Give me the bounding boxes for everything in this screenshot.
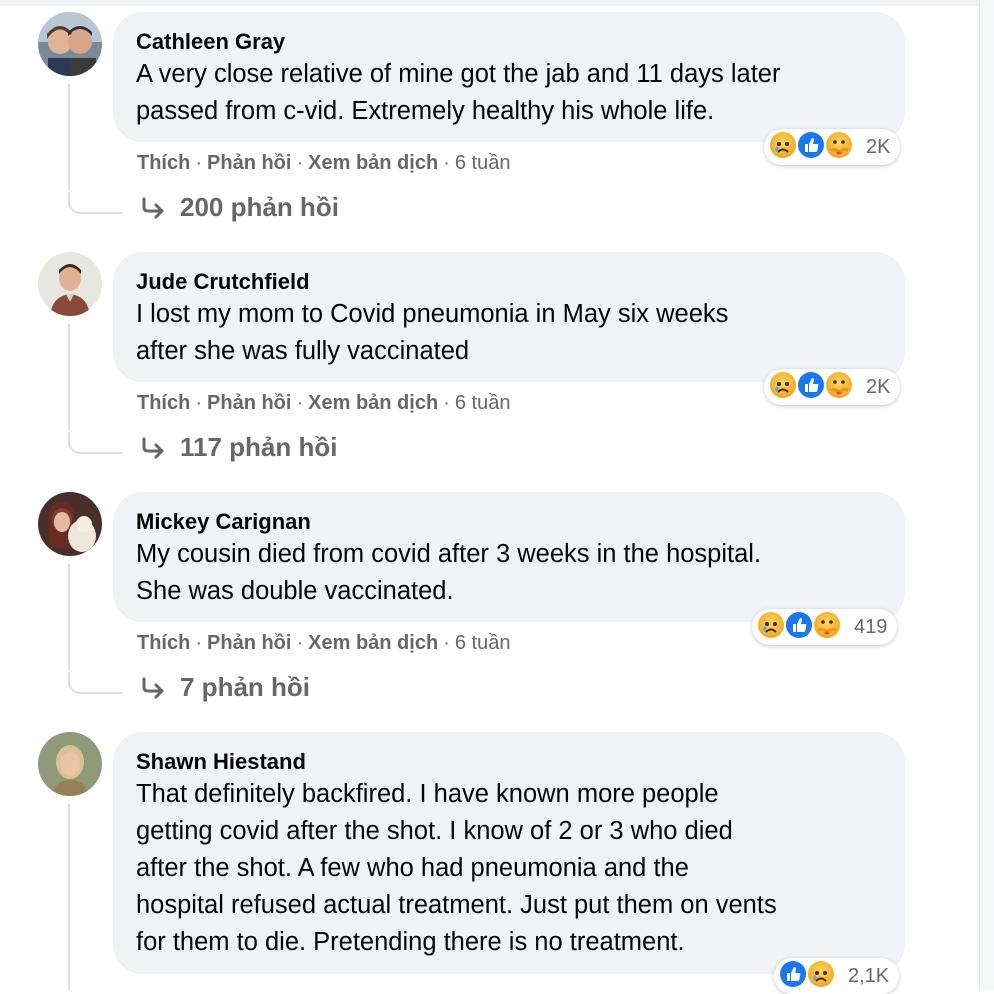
top-edge	[0, 0, 994, 6]
comment-text-line: My cousin died from covid after 3 weeks …	[136, 540, 762, 568]
comment-text-line: She was double vaccinated.	[136, 577, 454, 605]
timestamp[interactable]: 6 tuần	[455, 152, 511, 174]
comment: Mickey Carignan My cousin died from covi…	[0, 492, 994, 712]
like-action[interactable]: Thích	[137, 632, 190, 654]
comment-actions: Thích · Phản hồi · Xem bản dịch · 6 tuần	[137, 152, 511, 174]
comment: Cathleen Gray A very close relative of m…	[0, 12, 994, 232]
replies-count-label: 117 phản hồi	[180, 432, 338, 462]
translate-action[interactable]: Xem bản dịch	[308, 152, 438, 174]
comment-text-line: That definitely backfired. I have known …	[136, 780, 719, 808]
replies-count-label: 200 phản hồi	[180, 192, 339, 222]
thread-connector	[68, 432, 122, 454]
comment-actions: Thích · Phản hồi · Xem bản dịch · 6 tuần	[137, 632, 511, 654]
comment-text-line: after the shot. A few who had pneumonia …	[136, 854, 689, 882]
comment-bubble: Mickey Carignan My cousin died from covi…	[113, 492, 905, 622]
thread-line	[68, 804, 70, 990]
reply-arrow-icon	[142, 197, 164, 218]
sad-icon	[806, 959, 840, 993]
comment-author[interactable]: Cathleen Gray	[136, 28, 881, 56]
comment-text-line: passed from c-vid. Extremely healthy his…	[136, 97, 715, 125]
reply-arrow-icon	[142, 677, 164, 698]
avatar[interactable]	[38, 492, 102, 556]
comment-text-line: A very close relative of mine got the ja…	[136, 60, 781, 88]
reply-action[interactable]: Phản hồi	[207, 152, 291, 174]
translate-action[interactable]: Xem bản dịch	[308, 392, 438, 414]
reaction-count[interactable]: 419	[854, 616, 887, 639]
avatar[interactable]	[38, 12, 102, 76]
thread-line	[68, 564, 70, 670]
timestamp[interactable]: 6 tuần	[455, 392, 511, 414]
like-action[interactable]: Thích	[137, 392, 190, 414]
comment: Jude Crutchfield I lost my mom to Covid …	[0, 252, 994, 472]
reaction-summary[interactable]: 2,1K	[774, 958, 900, 994]
thread-connector	[68, 672, 122, 694]
avatar[interactable]	[38, 732, 102, 796]
reaction-count[interactable]: 2,1K	[848, 965, 889, 988]
translate-action[interactable]: Xem bản dịch	[308, 632, 438, 654]
replies-count-label: 7 phản hồi	[180, 672, 310, 702]
reply-arrow-icon	[142, 437, 164, 458]
view-replies-link[interactable]: 7 phản hồi	[140, 672, 310, 703]
reaction-count[interactable]: 2K	[866, 376, 890, 399]
care-icon	[824, 130, 858, 164]
thread-line	[68, 324, 70, 430]
comment-actions: Thích · Phản hồi · Xem bản dịch · 6 tuần	[137, 392, 511, 414]
comment-text-line: for them to die. Pretending there is no …	[136, 928, 685, 956]
comment-text-line: hospital refused actual treatment. Just …	[136, 891, 777, 919]
view-replies-link[interactable]: 117 phản hồi	[140, 432, 338, 463]
view-replies-link[interactable]: 200 phản hồi	[140, 192, 339, 223]
timestamp[interactable]: 6 tuần	[455, 632, 511, 654]
thread-connector	[68, 192, 122, 214]
reply-action[interactable]: Phản hồi	[207, 632, 291, 654]
reaction-summary[interactable]: 2K	[764, 369, 901, 405]
thread-line	[68, 84, 70, 190]
reaction-summary[interactable]: 2K	[764, 129, 901, 165]
comment-author[interactable]: Mickey Carignan	[136, 508, 881, 536]
reply-action[interactable]: Phản hồi	[207, 392, 291, 414]
like-action[interactable]: Thích	[137, 152, 190, 174]
comment-bubble: Cathleen Gray A very close relative of m…	[113, 12, 905, 142]
care-icon	[812, 610, 846, 644]
reaction-summary[interactable]: 419	[752, 609, 898, 645]
comment: Shawn Hiestand That definitely backfired…	[0, 732, 994, 994]
comment-bubble: Jude Crutchfield I lost my mom to Covid …	[113, 252, 905, 382]
comment-bubble: Shawn Hiestand That definitely backfired…	[113, 732, 905, 974]
comment-author[interactable]: Shawn Hiestand	[136, 748, 881, 776]
reaction-count[interactable]: 2K	[866, 136, 890, 159]
comment-text-line: I lost my mom to Covid pneumonia in May …	[136, 300, 729, 328]
care-icon	[824, 370, 858, 404]
comment-text-line: after she was fully vaccinated	[136, 337, 470, 365]
comment-text-line: getting covid after the shot. I know of …	[136, 817, 733, 845]
avatar[interactable]	[38, 252, 102, 316]
comment-author[interactable]: Jude Crutchfield	[136, 268, 881, 296]
